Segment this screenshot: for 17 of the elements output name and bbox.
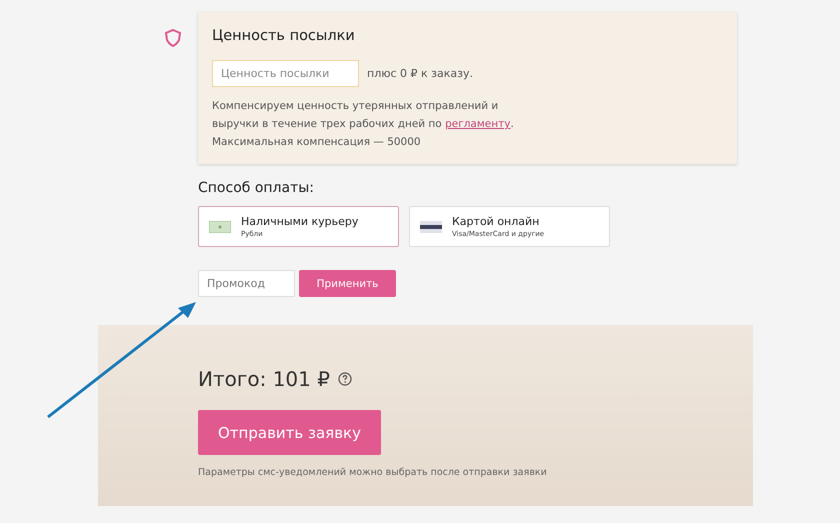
total-amount: Итого: 101 ₽ <box>198 367 330 391</box>
payment-option-title: Наличными курьеру <box>241 215 358 228</box>
regulations-link[interactable]: регламенту <box>445 118 510 130</box>
banknote-icon <box>209 220 231 232</box>
apply-button[interactable]: Применить <box>299 270 396 297</box>
submit-button[interactable]: Отправить заявку <box>198 410 381 455</box>
sms-note: Параметры смс-уведомлений можно выбрать после отправки заявки <box>198 467 548 478</box>
insurance-title: Ценность посылки <box>212 28 356 44</box>
shield-icon <box>163 28 183 48</box>
parcel-value-field[interactable]: Ценность посылки <box>212 60 359 87</box>
payment-option-title: Картой онлайн <box>452 215 540 228</box>
payment-label: Способ оплаты: <box>198 180 316 196</box>
promo-code-field[interactable]: Промокод <box>198 270 295 297</box>
compensation-note: Компенсируем ценность утерянных отправлений и выручки в течение трех рабочих дней по регламенту. Максимальная компенсация — 50000 <box>212 99 515 150</box>
help-icon[interactable] <box>338 372 352 386</box>
surcharge-text: плюс 0 ₽ к заказу. <box>367 67 473 80</box>
card-icon <box>420 220 442 232</box>
